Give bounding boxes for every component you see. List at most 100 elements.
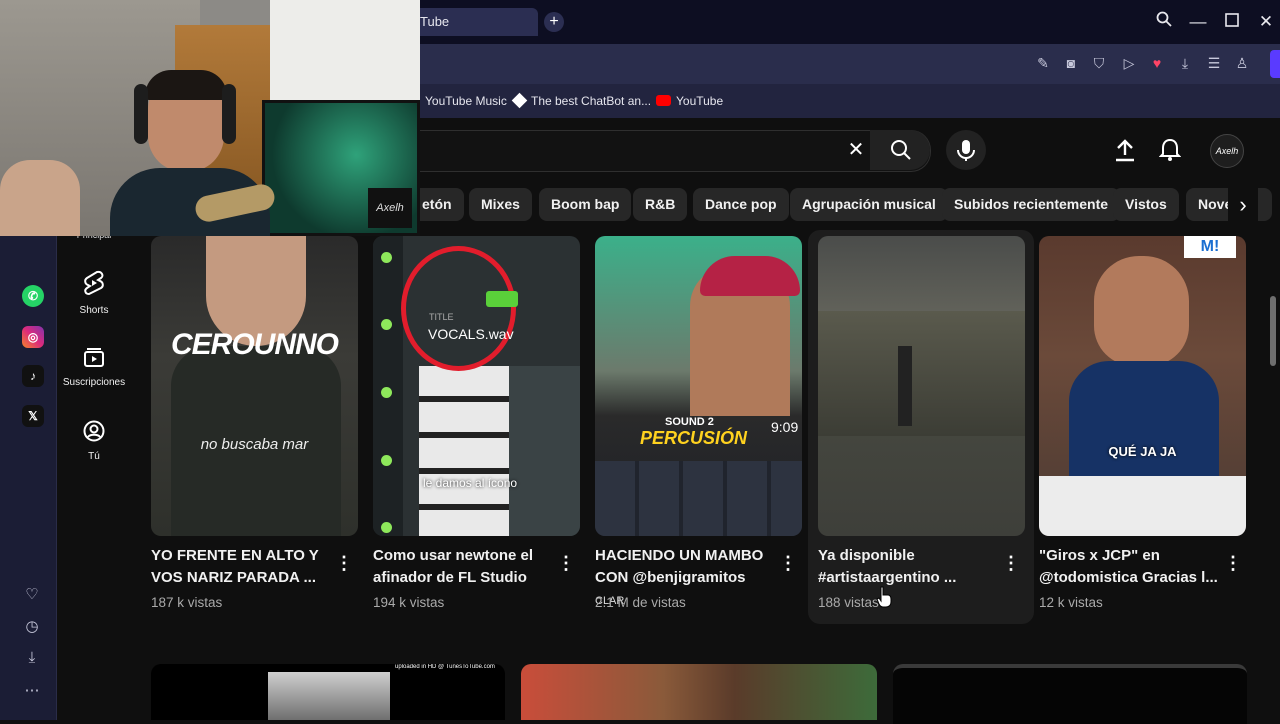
- downloads-icon[interactable]: ⤓: [23, 649, 41, 667]
- sidebar-toggle[interactable]: [1270, 50, 1280, 78]
- headphones-right: [222, 84, 236, 144]
- chip-boom-bap[interactable]: Boom bap: [539, 188, 632, 221]
- chip-subidos-recientemente[interactable]: Subidos recientemente: [942, 188, 1121, 221]
- video-views: 188 vistas: [818, 595, 879, 610]
- page-scrollbar[interactable]: [1270, 296, 1276, 366]
- chip-dance-pop[interactable]: Dance pop: [693, 188, 789, 221]
- notifications-icon[interactable]: [1158, 138, 1182, 167]
- x-twitter-icon[interactable]: 𝕏: [22, 405, 44, 427]
- video-thumbnail[interactable]: TITLE VOCALS.wav le damos al ícono: [373, 236, 580, 536]
- webcam-watermark: Axelh: [368, 188, 412, 228]
- thumbnail-photo: [268, 672, 390, 720]
- bookmark-chatbot[interactable]: The best ChatBot an...: [511, 92, 651, 110]
- bookmark-youtube-music[interactable]: YouTube Music: [425, 92, 507, 110]
- video-menu-icon[interactable]: ⋮: [779, 554, 797, 572]
- chatbot-icon: [511, 92, 528, 109]
- history-icon[interactable]: ◷: [23, 618, 41, 636]
- video-menu-icon[interactable]: ⋮: [1224, 554, 1242, 572]
- thumbnail-overlay-text: VOCALS.wav: [428, 326, 514, 342]
- video-title[interactable]: "Giros x JCP" en @todomistica Gracias l.…: [1039, 545, 1219, 589]
- video-thumbnail[interactable]: SOUND 2 PERCUSIÓN 9:09: [595, 236, 802, 536]
- shield-icon[interactable]: ⛉: [1090, 54, 1108, 72]
- search-tabs-icon[interactable]: [1152, 10, 1176, 34]
- minimize-icon[interactable]: —: [1186, 10, 1210, 34]
- track-led: [381, 319, 392, 330]
- thumbnail-caption: no buscaba mar: [200, 436, 309, 453]
- thumbnail-overlay-small: SOUND 2: [665, 416, 714, 428]
- shorts-icon: [58, 270, 130, 301]
- more-options-icon[interactable]: ⋯: [23, 682, 41, 700]
- headphones-left: [134, 84, 148, 144]
- video-menu-icon[interactable]: ⋮: [557, 554, 575, 572]
- upload-icon[interactable]: [1114, 138, 1136, 167]
- video-thumbnail[interactable]: CEROUNNO no buscaba mar: [151, 236, 358, 536]
- piano-roll: [509, 366, 580, 536]
- whatsapp-icon[interactable]: ✆: [22, 285, 44, 307]
- video-thumbnail[interactable]: uploaded in HD @ TunesToTube.com: [151, 664, 505, 720]
- mouse-cursor-icon: [876, 586, 892, 613]
- thumbnail-overlay-text: CEROUNNO: [170, 328, 339, 361]
- video-thumbnail[interactable]: [893, 664, 1247, 724]
- thumbnail-caption: QUÉ JA JA: [1108, 444, 1177, 459]
- search-icon: [890, 139, 912, 166]
- thumbnail-time: 9:09: [771, 419, 799, 435]
- clear-search-icon[interactable]: ✕: [846, 140, 866, 160]
- fl-button-icon: [486, 291, 518, 307]
- instagram-icon[interactable]: ◎: [22, 326, 44, 348]
- thumbnail-scene: [818, 311, 1025, 436]
- video-title[interactable]: Ya disponible #artistaargentino ...: [818, 545, 998, 589]
- chip-agrupacion-musical[interactable]: Agrupación musical: [790, 188, 948, 221]
- webcam-overlay: Axelh: [0, 0, 420, 236]
- video-thumbnail[interactable]: [521, 664, 877, 720]
- edit-icon[interactable]: ✎: [1034, 54, 1052, 72]
- chip-mixes[interactable]: Mixes: [469, 188, 532, 221]
- heart-icon[interactable]: ♥: [1148, 54, 1166, 72]
- video-thumbnail[interactable]: [818, 236, 1025, 536]
- send-icon[interactable]: ▷: [1120, 54, 1138, 72]
- thumbnail-badge: M!: [1184, 236, 1236, 258]
- subscriptions-icon: [58, 346, 130, 373]
- menu-icon[interactable]: ☰: [1205, 54, 1223, 72]
- thumbnail-overlay-text: PERCUSIÓN: [640, 428, 748, 448]
- thumbnail-caption: uploaded in HD @ TunesToTube.com: [395, 664, 495, 670]
- chevron-right-icon[interactable]: ›: [1228, 188, 1258, 221]
- webcam-hair: [145, 70, 227, 100]
- highlight-circle: [401, 246, 516, 371]
- thumbnail-cap: [700, 256, 800, 296]
- video-title[interactable]: Como usar newtone el afinador de FL Stud…: [373, 545, 553, 589]
- fl-studio-track-strip: [373, 236, 403, 536]
- tiktok-icon[interactable]: ♪: [22, 365, 44, 387]
- avatar[interactable]: Axelh: [1210, 134, 1244, 168]
- guide-you[interactable]: Tú: [58, 420, 130, 462]
- webcam-light: [270, 0, 420, 100]
- video-views: 2.1 M de vistas: [595, 595, 686, 610]
- maximize-icon[interactable]: [1220, 10, 1244, 34]
- thumbnail-face: [1094, 256, 1189, 366]
- thumbnail-desk: [1039, 476, 1246, 536]
- chip-vistos[interactable]: Vistos: [1113, 188, 1179, 221]
- camera-icon[interactable]: ◙: [1062, 54, 1080, 72]
- video-menu-icon[interactable]: ⋮: [335, 554, 353, 572]
- bookmark-youtube[interactable]: YouTube: [656, 92, 723, 110]
- tab-title: Tube: [420, 14, 450, 29]
- track-led: [381, 252, 392, 263]
- browser-tab[interactable]: Tube: [410, 8, 538, 36]
- download-icon[interactable]: ⤓: [1176, 54, 1194, 72]
- video-views: 187 k vistas: [151, 595, 223, 610]
- video-thumbnail[interactable]: M! QUÉ JA JA: [1039, 236, 1246, 536]
- close-window-icon[interactable]: ✕: [1254, 10, 1278, 34]
- favorites-icon[interactable]: ♡: [23, 586, 41, 604]
- video-views: 12 k vistas: [1039, 595, 1103, 610]
- guide-shorts[interactable]: Shorts: [58, 270, 130, 316]
- video-views: 194 k vistas: [373, 595, 445, 610]
- video-menu-icon[interactable]: ⋮: [1002, 554, 1020, 572]
- track-led: [381, 522, 392, 533]
- youtube-icon: [656, 95, 671, 106]
- video-title[interactable]: YO FRENTE EN ALTO Y VOS NARIZ PARADA ...: [151, 545, 331, 589]
- profile-icon[interactable]: ♙: [1233, 54, 1251, 72]
- microphone-icon: [957, 140, 975, 161]
- voice-search-button[interactable]: [946, 130, 986, 170]
- new-tab-button[interactable]: +: [544, 12, 564, 32]
- guide-subscriptions[interactable]: Suscripciones: [58, 346, 130, 388]
- chip-rnb[interactable]: R&B: [633, 188, 688, 221]
